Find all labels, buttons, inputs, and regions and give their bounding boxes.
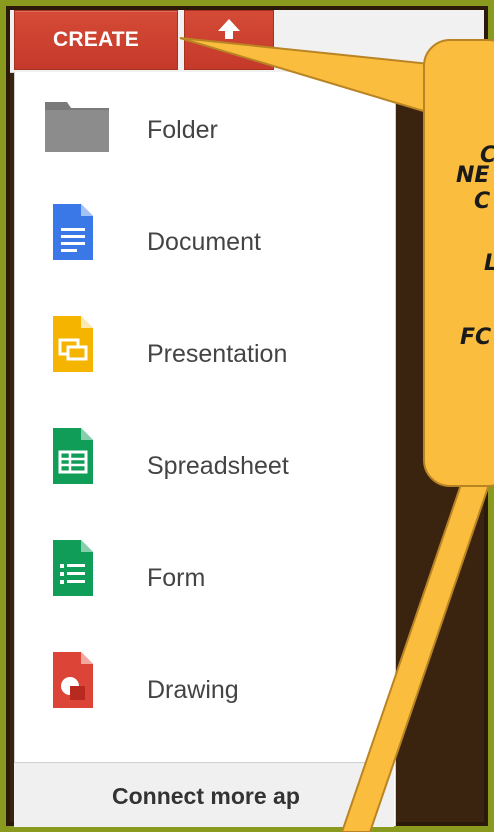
callout-balloon [179, 37, 494, 832]
callout-line: FC [460, 325, 492, 350]
callout-line: L [484, 248, 494, 280]
callout-line: C [474, 189, 491, 214]
